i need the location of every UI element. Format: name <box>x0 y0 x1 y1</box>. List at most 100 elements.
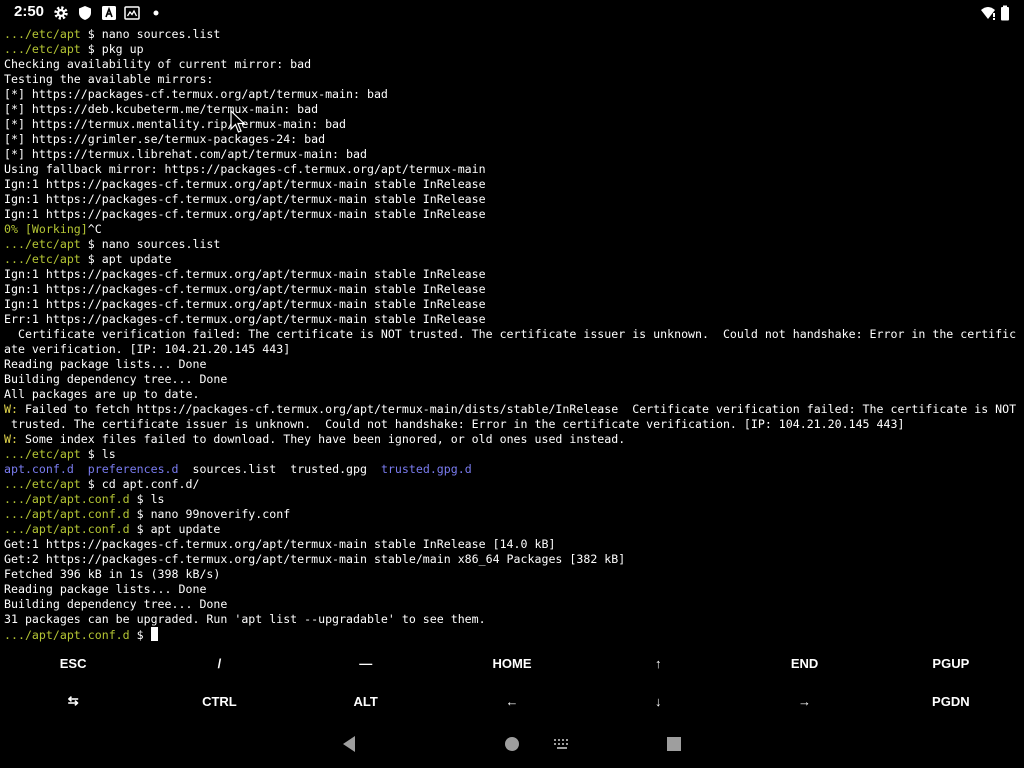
terminal-text-segment: Some index files failed to download. The… <box>17 432 626 446</box>
terminal-text-segment: W: <box>4 432 18 446</box>
terminal-text-segment: $ pkg up <box>80 42 144 56</box>
terminal-text-segment: All packages are up to date. <box>4 387 200 401</box>
navigation-bar <box>0 722 1024 768</box>
text-cursor <box>150 627 158 641</box>
terminal-text-segment: .../apt/apt.conf.d <box>4 628 130 642</box>
terminal-line: Ign:1 https://packages-cf.termux.org/apt… <box>4 192 1022 207</box>
home-key[interactable]: HOME <box>439 644 585 682</box>
terminal-text-segment: .../etc/apt <box>4 237 81 251</box>
terminal-text-segment: .../etc/apt <box>4 42 81 56</box>
terminal-text-segment: .../etc/apt <box>4 447 81 461</box>
terminal-line: .../apt/apt.conf.d $ nano 99noverify.con… <box>4 507 1022 522</box>
extra-keys-bar: ESC / — HOME ↑ END PGUP ⇆ CTRL ALT ← ↓ →… <box>0 644 1024 720</box>
alt-key[interactable]: ALT <box>293 682 439 720</box>
tab-key[interactable]: ⇆ <box>0 682 146 720</box>
terminal-line: .../apt/apt.conf.d $ ls <box>4 492 1022 507</box>
terminal-text-segment: Failed to fetch https://packages-cf.term… <box>17 402 1017 416</box>
terminal-text-segment: Building dependency tree... Done <box>4 597 228 611</box>
mouse-cursor-icon <box>230 110 246 133</box>
wifi-alert-icon <box>981 7 995 20</box>
terminal-line: .../etc/apt $ nano sources.list <box>4 237 1022 252</box>
terminal-line: ate verification. [IP: 104.21.20.145 443… <box>4 342 1022 357</box>
terminal-text-segment: apt.conf.d <box>4 462 74 476</box>
terminal-text-segment: Using fallback mirror: https://packages-… <box>4 162 486 176</box>
terminal-text-segment: .../etc/apt <box>4 477 81 491</box>
terminal-line: Get:2 https://packages-cf.termux.org/apt… <box>4 552 1022 567</box>
terminal-text-segment: Reading package lists... Done <box>4 357 207 371</box>
terminal-text-segment: trusted.gpg.d <box>380 462 472 476</box>
terminal-text-segment: [*] https://termux.librehat.com/apt/term… <box>4 147 367 161</box>
terminal-text-segment: $ nano sources.list <box>80 237 221 251</box>
terminal-line: [*] https://termux.librehat.com/apt/term… <box>4 147 1022 162</box>
terminal-line: Testing the available mirrors: <box>4 72 1022 87</box>
terminal-text-segment: $ nano 99noverify.conf <box>129 507 291 521</box>
terminal-text-segment: .../apt/apt.conf.d <box>4 507 130 521</box>
terminal-line: .../etc/apt $ apt update <box>4 252 1022 267</box>
pgdn-key[interactable]: PGDN <box>878 682 1024 720</box>
status-clock: 2:50 <box>14 3 45 20</box>
terminal-text-segment: Ign:1 https://packages-cf.termux.org/apt… <box>4 177 486 191</box>
terminal-text-segment: Ign:1 https://packages-cf.termux.org/apt… <box>4 297 486 311</box>
terminal-line: Ign:1 https://packages-cf.termux.org/apt… <box>4 177 1022 192</box>
terminal-text-segment: Checking availability of current mirror:… <box>4 57 312 71</box>
terminal-text-segment: Reading package lists... Done <box>4 582 207 596</box>
terminal-line: W: Some index files failed to download. … <box>4 432 1022 447</box>
terminal-text-segment: $ <box>129 628 151 642</box>
terminal-text-segment: $ apt update <box>129 522 221 536</box>
left-arrow-key[interactable]: ← <box>439 682 585 720</box>
terminal-text-segment: ate verification. [IP: 104.21.20.145 443… <box>4 342 291 356</box>
battery-icon <box>1001 5 1009 21</box>
terminal-line: 0% [Working]^C <box>4 222 1022 237</box>
extra-keys-row-1: ESC / — HOME ↑ END PGUP <box>0 644 1024 682</box>
keyboard-icon[interactable] <box>553 738 571 750</box>
terminal-text-segment: ^C <box>87 222 102 236</box>
terminal-line: .../apt/apt.conf.d $ apt update <box>4 522 1022 537</box>
terminal-text-segment: Get:1 https://packages-cf.termux.org/apt… <box>4 537 556 551</box>
terminal-line: 31 packages can be upgraded. Run 'apt li… <box>4 612 1022 627</box>
terminal-line: .../etc/apt $ nano sources.list <box>4 27 1022 42</box>
terminal-text-segment: Testing the available mirrors: <box>4 72 214 86</box>
terminal-output[interactable]: .../etc/apt $ nano sources.list .../etc/a… <box>4 27 1022 644</box>
slash-key[interactable]: / <box>146 644 292 682</box>
screen-icon <box>124 6 140 20</box>
terminal-text-segment: .../etc/apt <box>4 27 81 41</box>
terminal-line: .../etc/apt $ pkg up <box>4 42 1022 57</box>
settings-gear-icon <box>54 6 68 20</box>
terminal-line: .../apt/apt.conf.d $ <box>4 627 1022 642</box>
right-arrow-key[interactable]: → <box>731 682 877 720</box>
terminal-line: W: Failed to fetch https://packages-cf.t… <box>4 402 1022 417</box>
terminal-text-segment: $ nano sources.list <box>80 27 221 41</box>
terminal-text-segment: trusted. The certificate issuer is unkno… <box>4 417 905 431</box>
terminal-line: [*] https://packages-cf.termux.org/apt/t… <box>4 87 1022 102</box>
terminal-line: [*] https://termux.mentality.rip/termux-… <box>4 117 1022 132</box>
home-icon[interactable] <box>504 734 522 754</box>
dash-key[interactable]: — <box>293 644 439 682</box>
down-arrow-key[interactable]: ↓ <box>585 682 731 720</box>
terminal-text-segment: Ign:1 https://packages-cf.termux.org/apt… <box>4 192 486 206</box>
dot-icon <box>153 10 159 16</box>
recents-icon[interactable] <box>666 734 682 754</box>
font-a-icon <box>102 6 116 20</box>
terminal-text-segment: [*] https://grimler.se/termux-packages-2… <box>4 132 326 146</box>
status-bar: 2:50 <box>0 0 1024 26</box>
up-arrow-key[interactable]: ↑ <box>585 644 731 682</box>
end-key[interactable]: END <box>731 644 877 682</box>
terminal-line: Get:1 https://packages-cf.termux.org/apt… <box>4 537 1022 552</box>
terminal-text-segment: Building dependency tree... Done <box>4 372 228 386</box>
terminal-text-segment: $ apt update <box>80 252 172 266</box>
pgup-key[interactable]: PGUP <box>878 644 1024 682</box>
terminal-line: Reading package lists... Done <box>4 357 1022 372</box>
terminal-line: Err:1 https://packages-cf.termux.org/apt… <box>4 312 1022 327</box>
terminal-text-segment: Fetched 396 kB in 1s (398 kB/s) <box>4 567 221 581</box>
back-icon[interactable] <box>341 734 357 754</box>
terminal-line: Ign:1 https://packages-cf.termux.org/apt… <box>4 297 1022 312</box>
terminal-line: apt.conf.d preferences.d sources.list tr… <box>4 462 1022 477</box>
terminal-text-segment: sources.list trusted.gpg <box>178 462 381 476</box>
ctrl-key[interactable]: CTRL <box>146 682 292 720</box>
esc-key[interactable]: ESC <box>0 644 146 682</box>
terminal-line: Fetched 396 kB in 1s (398 kB/s) <box>4 567 1022 582</box>
terminal-text-segment: W: <box>4 402 18 416</box>
extra-keys-row-2: ⇆ CTRL ALT ← ↓ → PGDN <box>0 682 1024 720</box>
terminal-text-segment: [*] https://deb.kcubeterm.me/termux-main… <box>4 102 319 116</box>
